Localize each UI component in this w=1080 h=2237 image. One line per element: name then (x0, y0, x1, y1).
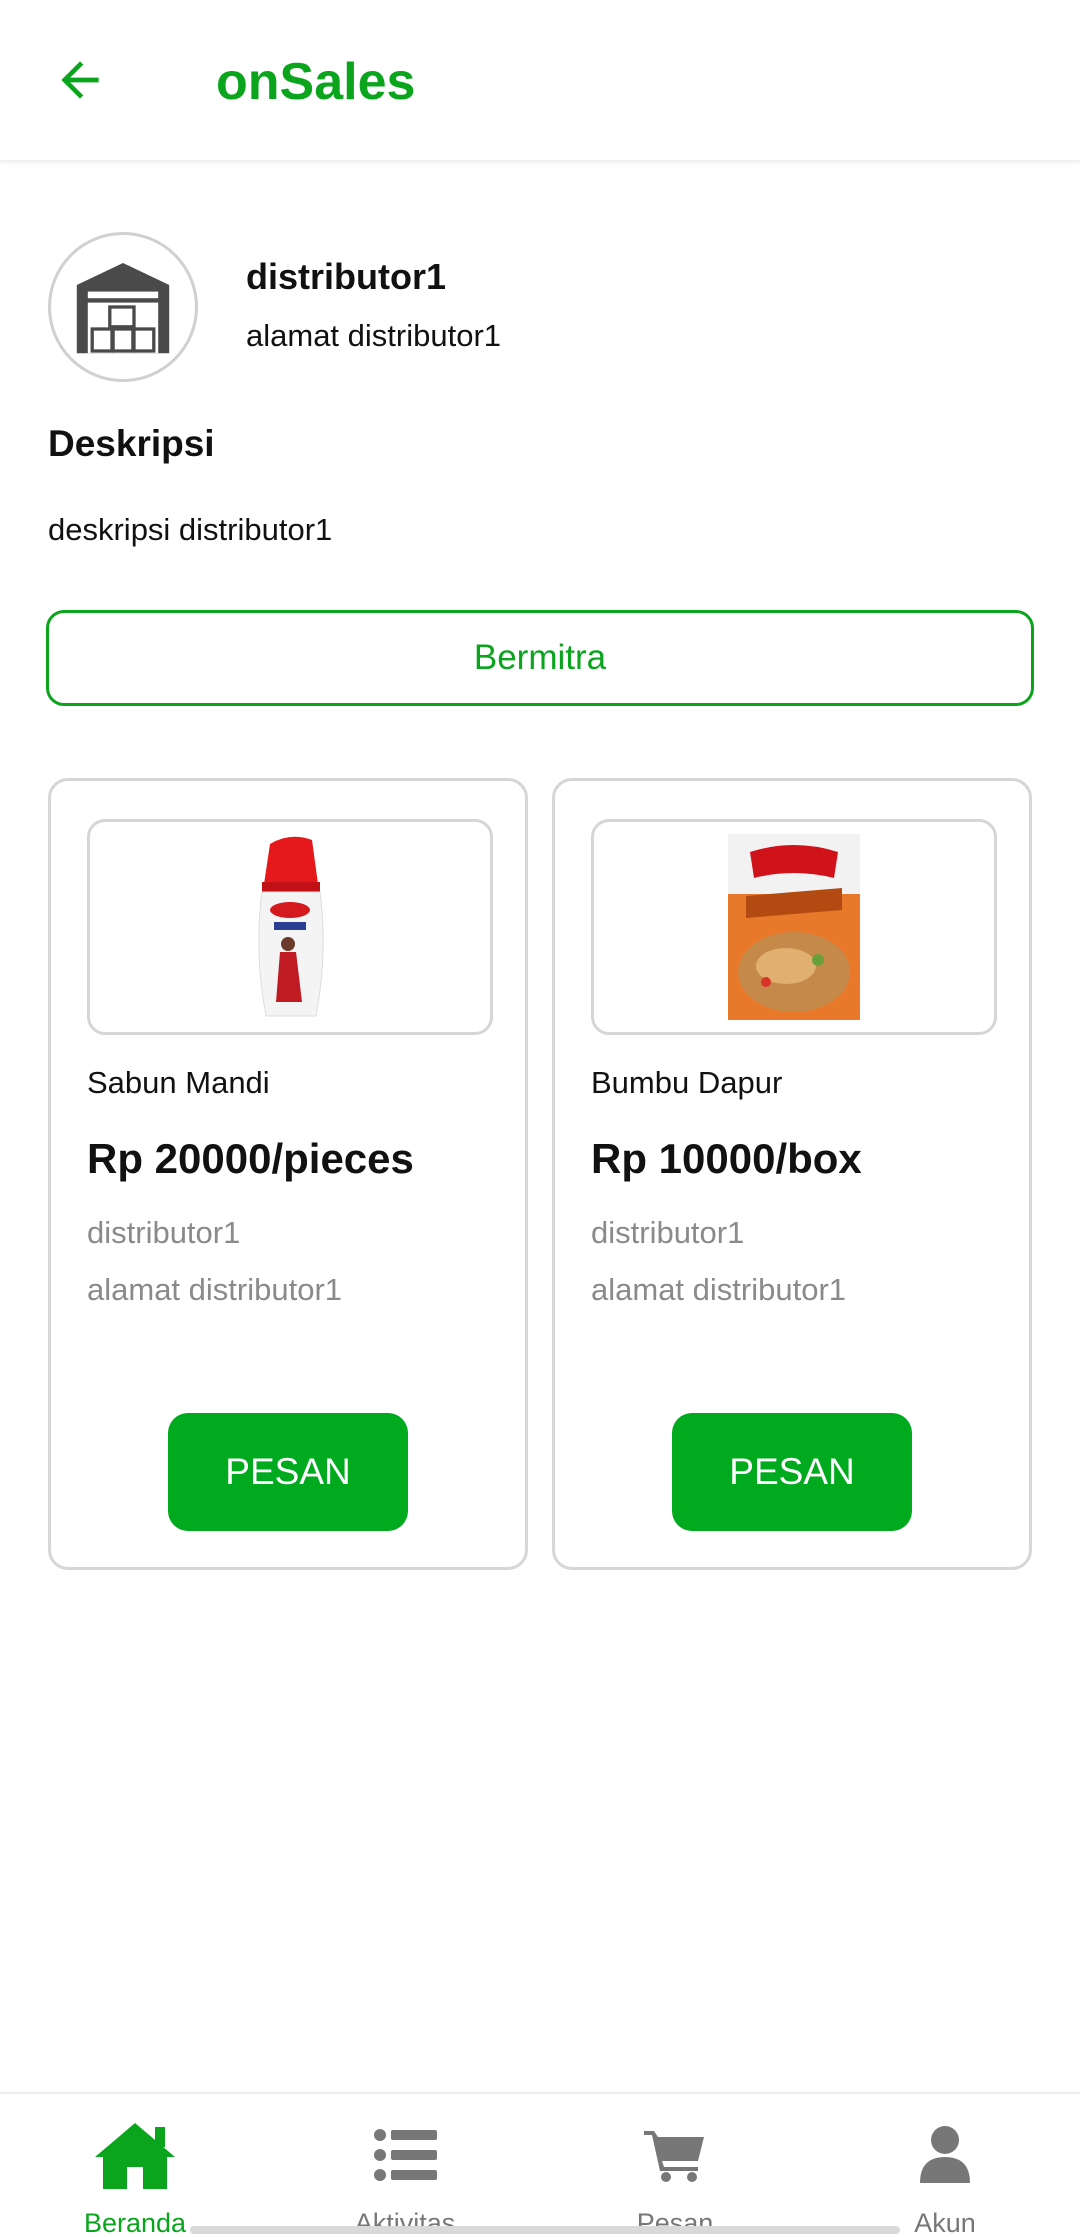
product-name: Sabun Mandi (87, 1065, 270, 1100)
user-icon (920, 2126, 970, 2183)
product-image (591, 819, 997, 1035)
product-distributor: distributor1 (591, 1215, 745, 1250)
order-button[interactable]: PESAN (168, 1413, 408, 1531)
bottom-navigation: Beranda Aktivitas Pesan Akun (0, 2092, 1080, 2237)
product-name: Bumbu Dapur (591, 1065, 783, 1100)
back-button[interactable] (40, 40, 120, 120)
product-distributor: distributor1 (87, 1215, 241, 1250)
product-card[interactable]: Bumbu Dapur Rp 10000/box distributor1 al… (552, 778, 1032, 1570)
description-heading: Deskripsi (48, 423, 215, 464)
app-bar: onSales (0, 0, 1080, 162)
warehouse-icon (76, 263, 170, 354)
product-address: alamat distributor1 (591, 1272, 847, 1307)
nav-item-beranda[interactable]: Beranda (0, 2094, 270, 2237)
distributor-name: distributor1 (246, 256, 447, 297)
home-icon (95, 2123, 175, 2189)
soap-bottle-image (258, 836, 324, 1017)
product-card[interactable]: Sabun Mandi Rp 20000/pieces distributor1… (48, 778, 528, 1570)
product-price: Rp 20000/pieces (87, 1135, 414, 1182)
list-icon (374, 2129, 437, 2181)
distributor-avatar (48, 232, 198, 382)
nav-item-aktivitas[interactable]: Aktivitas (270, 2094, 540, 2237)
cart-icon (644, 2131, 704, 2182)
seasoning-pack-image (728, 834, 860, 1020)
order-button[interactable]: PESAN (672, 1413, 912, 1531)
distributor-address: alamat distributor1 (246, 318, 502, 353)
product-address: alamat distributor1 (87, 1272, 343, 1307)
product-price: Rp 10000/box (591, 1135, 862, 1182)
app-title: onSales (216, 53, 416, 111)
nav-item-pesan[interactable]: Pesan (540, 2094, 810, 2237)
arrow-left-icon (61, 61, 99, 99)
nav-item-akun[interactable]: Akun (810, 2094, 1080, 2237)
description-text: deskripsi distributor1 (48, 512, 333, 547)
home-indicator (190, 2226, 900, 2234)
product-image (87, 819, 493, 1035)
partner-button[interactable]: Bermitra (46, 610, 1034, 706)
